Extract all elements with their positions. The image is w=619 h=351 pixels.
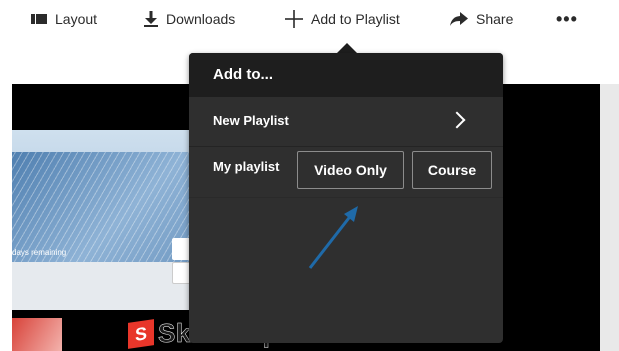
share-arrow-icon xyxy=(450,12,468,26)
layout-button[interactable]: Layout xyxy=(31,8,97,30)
days-remaining-text: days remaining xyxy=(12,248,67,257)
sketchup-icon: S xyxy=(128,318,154,349)
new-playlist-label: New Playlist xyxy=(213,113,289,128)
add-to-playlist-button[interactable]: Add to Playlist xyxy=(285,8,400,30)
annotation-arrow-icon xyxy=(308,206,358,269)
toolbar: Layout Downloads Add to Playlist Share •… xyxy=(0,0,619,40)
share-button[interactable]: Share xyxy=(450,8,513,30)
downloads-label: Downloads xyxy=(166,11,236,27)
dropdown-caret xyxy=(337,43,357,53)
download-icon xyxy=(144,11,158,27)
share-label: Share xyxy=(476,11,514,27)
layout-label: Layout xyxy=(55,11,98,27)
more-options-button[interactable]: ••• xyxy=(556,8,578,30)
layout-icon xyxy=(31,14,47,24)
dropdown-title: Add to... xyxy=(189,53,503,97)
screen: Layout Downloads Add to Playlist Share •… xyxy=(0,0,619,351)
add-to-dropdown: Add to... New Playlist My playlist Video… xyxy=(189,53,503,343)
my-playlist-label: My playlist xyxy=(213,159,280,174)
chevron-right-icon xyxy=(448,111,466,129)
plus-icon xyxy=(285,10,303,28)
course-button[interactable]: Course xyxy=(412,151,492,189)
add-to-playlist-label: Add to Playlist xyxy=(311,11,400,27)
side-strip xyxy=(600,84,619,351)
video-only-button[interactable]: Video Only xyxy=(297,151,404,189)
new-playlist-row[interactable]: New Playlist xyxy=(189,97,503,147)
decorative-shape xyxy=(12,318,62,351)
downloads-button[interactable]: Downloads xyxy=(144,8,235,30)
my-playlist-row: My playlist Video Only Course xyxy=(189,148,503,198)
more-dots-icon: ••• xyxy=(556,9,578,29)
